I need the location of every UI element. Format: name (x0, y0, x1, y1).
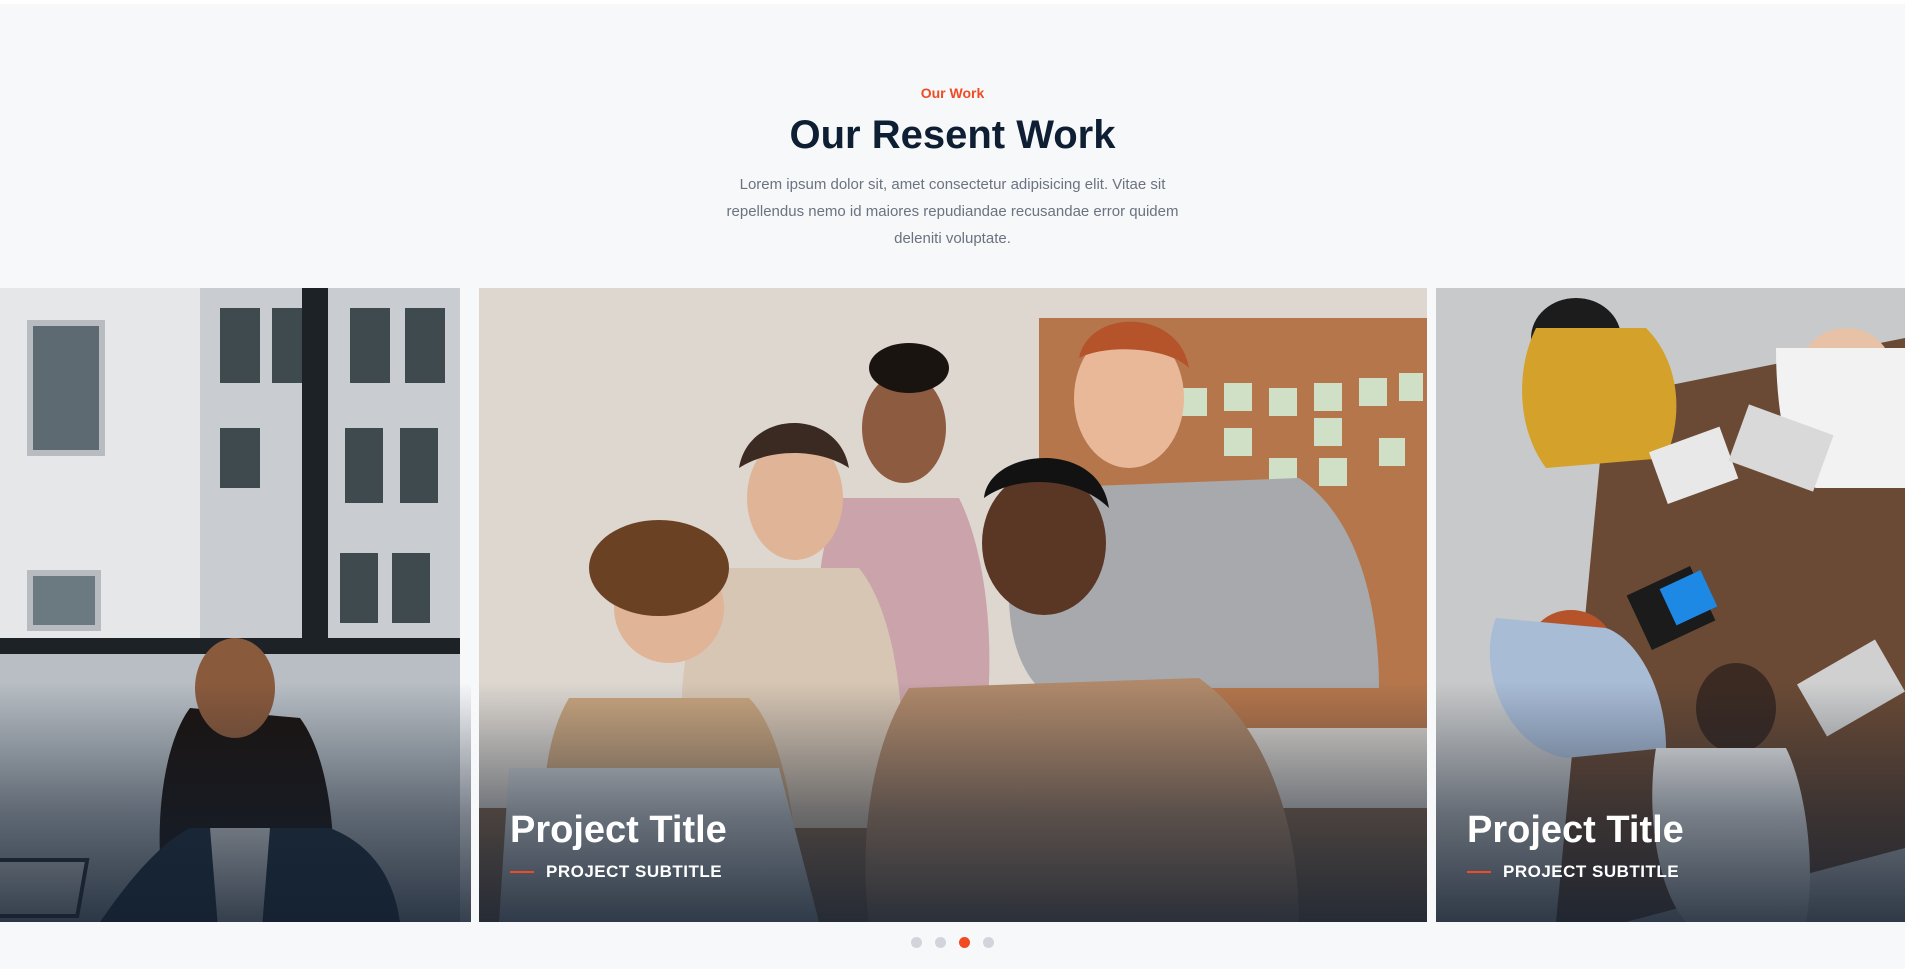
slide-2-shade (479, 682, 1427, 922)
carousel-slide-3[interactable]: Project Title PROJECT SUBTITLE (1436, 288, 1905, 922)
slide-3-caption: Project Title PROJECT SUBTITLE (1467, 809, 1684, 882)
slide-3-subtitle-row: PROJECT SUBTITLE (1467, 862, 1684, 882)
carousel-dot-2[interactable] (935, 937, 946, 948)
carousel-dot-1[interactable] (911, 937, 922, 948)
slide-2-caption: Project Title PROJECT SUBTITLE (510, 809, 727, 882)
carousel-dot-4[interactable] (983, 937, 994, 948)
slide-3-title[interactable]: Project Title (1467, 809, 1684, 852)
slide-2-subtitle-row: PROJECT SUBTITLE (510, 862, 727, 882)
slide-2-title[interactable]: Project Title (510, 809, 727, 852)
carousel-slide-2[interactable]: Project Title PROJECT SUBTITLE (479, 288, 1427, 922)
section-title: Our Resent Work (789, 113, 1116, 157)
section-description: Lorem ipsum dolor sit, amet consectetur … (726, 176, 1179, 247)
accent-dash (1467, 871, 1491, 873)
accent-dash (510, 871, 534, 873)
slide-2-subtitle: PROJECT SUBTITLE (546, 862, 723, 881)
slide-3-subtitle: PROJECT SUBTITLE (1503, 862, 1680, 881)
slide-3-shade (1436, 682, 1905, 922)
top-border (0, 0, 1905, 4)
carousel-pagination (0, 937, 1905, 948)
carousel-slide-1[interactable] (0, 288, 471, 922)
section-eyebrow: Our Work (920, 85, 985, 101)
slide-1-shade (0, 682, 471, 922)
carousel-dot-3[interactable] (959, 937, 970, 948)
